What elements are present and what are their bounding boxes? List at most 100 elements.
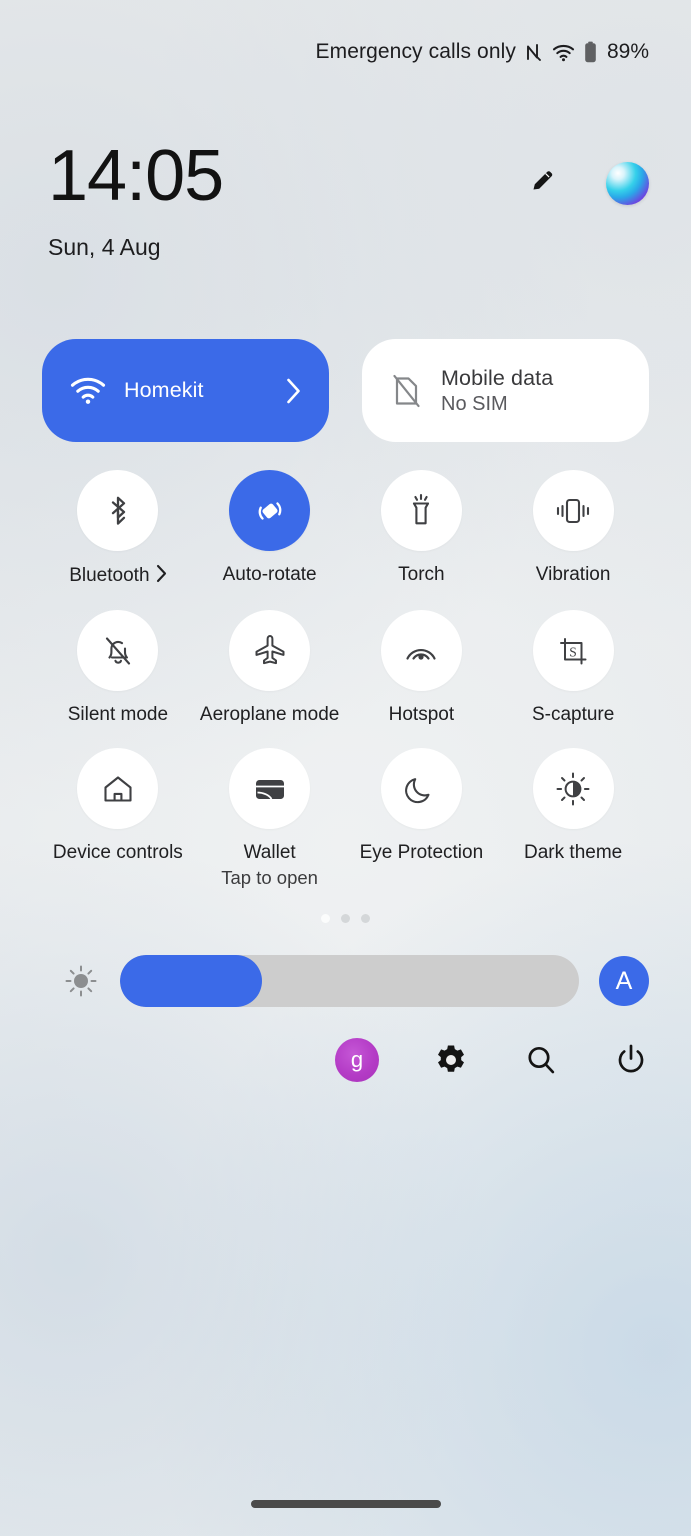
toggle-label: Silent mode (67, 704, 169, 725)
toggle-device-controls[interactable]: Device controls (42, 748, 194, 889)
power-icon[interactable] (613, 1042, 649, 1078)
bell-off-icon (105, 636, 130, 665)
toggle-auto-rotate-label-row: Auto-rotate (223, 564, 317, 586)
toggle-silent-mode-label-row: Silent mode (68, 704, 168, 726)
toggle-silent-mode-circle[interactable] (77, 610, 159, 691)
toggle-silent-mode[interactable]: Silent mode (42, 610, 194, 726)
chevron-right-icon[interactable] (286, 378, 301, 404)
clock-time: 14:05 (48, 136, 224, 216)
toggle-label: Eye Protection (359, 842, 484, 863)
toggle-aeroplane-mode-circle[interactable] (229, 610, 311, 691)
toggle-eye-protection-label-row: Eye Protection (360, 842, 484, 864)
toggle-label: Torch (398, 564, 445, 585)
bottom-action-bar: g (335, 1038, 649, 1082)
toggle-wallet[interactable]: Wallet Tap to open (194, 748, 346, 889)
screen-capture-icon: S (560, 637, 587, 664)
toggle-hotspot[interactable]: Hotspot (346, 610, 498, 726)
toggle-label: Dark theme (524, 842, 623, 863)
mobile-data-labels: Mobile data No SIM (441, 366, 621, 416)
torch-icon (413, 493, 430, 524)
toggle-auto-rotate[interactable]: Auto-rotate (194, 470, 346, 588)
header-actions (528, 162, 649, 205)
toggle-wallet-circle[interactable] (229, 748, 311, 829)
toggle-wallet-label-row: Wallet (244, 842, 296, 864)
auto-rotate-icon (258, 501, 282, 520)
page-dot-3[interactable] (361, 914, 370, 923)
wifi-icon (70, 376, 106, 405)
home-house-icon (104, 775, 132, 802)
home-gesture-bar[interactable] (250, 1500, 441, 1508)
toggle-dark-theme-circle[interactable] (532, 748, 614, 829)
mobile-data-tile[interactable]: Mobile data No SIM (362, 339, 649, 442)
brightness-row: A (42, 955, 649, 1007)
toggle-torch-circle[interactable] (380, 470, 462, 551)
toggle-label: Vibration (535, 564, 611, 585)
toggle-label: Aeroplane mode (199, 704, 340, 725)
clock-date: Sun, 4 Aug (48, 234, 161, 260)
dark-theme-sun-icon (556, 772, 590, 805)
toggle-dark-theme[interactable]: Dark theme (497, 748, 649, 889)
toggle-eye-protection-circle[interactable] (380, 748, 462, 829)
toggle-label: Auto-rotate (222, 564, 317, 585)
battery-icon (584, 41, 597, 63)
toggle-aeroplane-mode-label-row: Aeroplane mode (200, 704, 339, 726)
toggle-label: Wallet (243, 842, 296, 863)
mobile-data-subtitle: No SIM (441, 392, 508, 415)
moon-icon (405, 777, 430, 803)
toggle-dark-theme-label-row: Dark theme (524, 842, 622, 864)
carrier-label: Emergency calls only (315, 40, 516, 63)
toggle-hotspot-circle[interactable] (380, 610, 462, 691)
toggle-vibration[interactable]: Vibration (497, 470, 649, 588)
status-bar: Emergency calls only 89% (0, 0, 691, 104)
toggle-wallet-subtitle: Tap to open (221, 867, 318, 888)
user-avatar[interactable]: g (335, 1038, 379, 1082)
bluetooth-icon (111, 496, 126, 525)
gear-icon[interactable] (433, 1042, 469, 1078)
toggle-vibration-circle[interactable] (532, 470, 614, 551)
airplane-icon (255, 634, 285, 664)
wifi-tile[interactable]: Homekit (42, 339, 329, 442)
primary-tiles-row: Homekit Mobile data No SIM (42, 339, 649, 442)
toggle-label: Device controls (52, 842, 183, 863)
toggle-auto-rotate-circle[interactable] (229, 470, 311, 551)
clock-header: 14:05 Sun, 4 Aug (0, 140, 691, 261)
toggle-bluetooth-label-row: Bluetooth (69, 564, 166, 588)
toggle-s-capture-circle[interactable]: S (532, 610, 614, 691)
search-icon[interactable] (523, 1042, 559, 1078)
toggle-bluetooth-circle[interactable] (77, 470, 159, 551)
page-indicator (0, 914, 691, 923)
wifi-icon (552, 43, 575, 62)
vibration-icon (557, 498, 590, 523)
pencil-edit-icon[interactable] (528, 166, 558, 201)
battery-percent-label: 89% (606, 40, 649, 63)
brightness-slider-fill (120, 955, 263, 1007)
chevron-right-icon[interactable] (156, 564, 167, 588)
wifi-tile-labels: Homekit (124, 378, 268, 403)
clock-block: 14:05 Sun, 4 Aug (48, 136, 224, 261)
mobile-data-title: Mobile data (441, 365, 554, 390)
toggle-eye-protection[interactable]: Eye Protection (346, 748, 498, 889)
toggle-torch-label-row: Torch (398, 564, 444, 586)
hotspot-icon (406, 648, 436, 660)
auto-brightness-button[interactable]: A (599, 956, 649, 1006)
quick-toggles-grid: Bluetooth Auto-rotate Torch Vibration Si… (42, 470, 649, 889)
bixby-orb-icon[interactable] (606, 162, 649, 205)
brightness-sun-icon (42, 961, 120, 1001)
toggle-label: Hotspot (388, 704, 455, 725)
nfc-icon (525, 42, 543, 62)
toggle-hotspot-label-row: Hotspot (389, 704, 454, 726)
toggle-device-controls-circle[interactable] (77, 748, 159, 829)
brightness-slider[interactable] (120, 955, 579, 1007)
toggle-bluetooth[interactable]: Bluetooth (42, 470, 194, 588)
toggle-torch[interactable]: Torch (346, 470, 498, 588)
toggle-aeroplane-mode[interactable]: Aeroplane mode (194, 610, 346, 726)
page-dot-2[interactable] (341, 914, 350, 923)
page-dot-1[interactable] (321, 914, 330, 923)
svg-text:S: S (569, 644, 577, 659)
toggle-s-capture[interactable]: S S-capture (497, 610, 649, 726)
wifi-tile-title: Homekit (124, 378, 204, 402)
toggle-device-controls-label-row: Device controls (53, 842, 183, 864)
wallet-icon (255, 779, 284, 800)
toggle-label: S-capture (531, 704, 615, 725)
sim-off-icon (390, 373, 423, 409)
